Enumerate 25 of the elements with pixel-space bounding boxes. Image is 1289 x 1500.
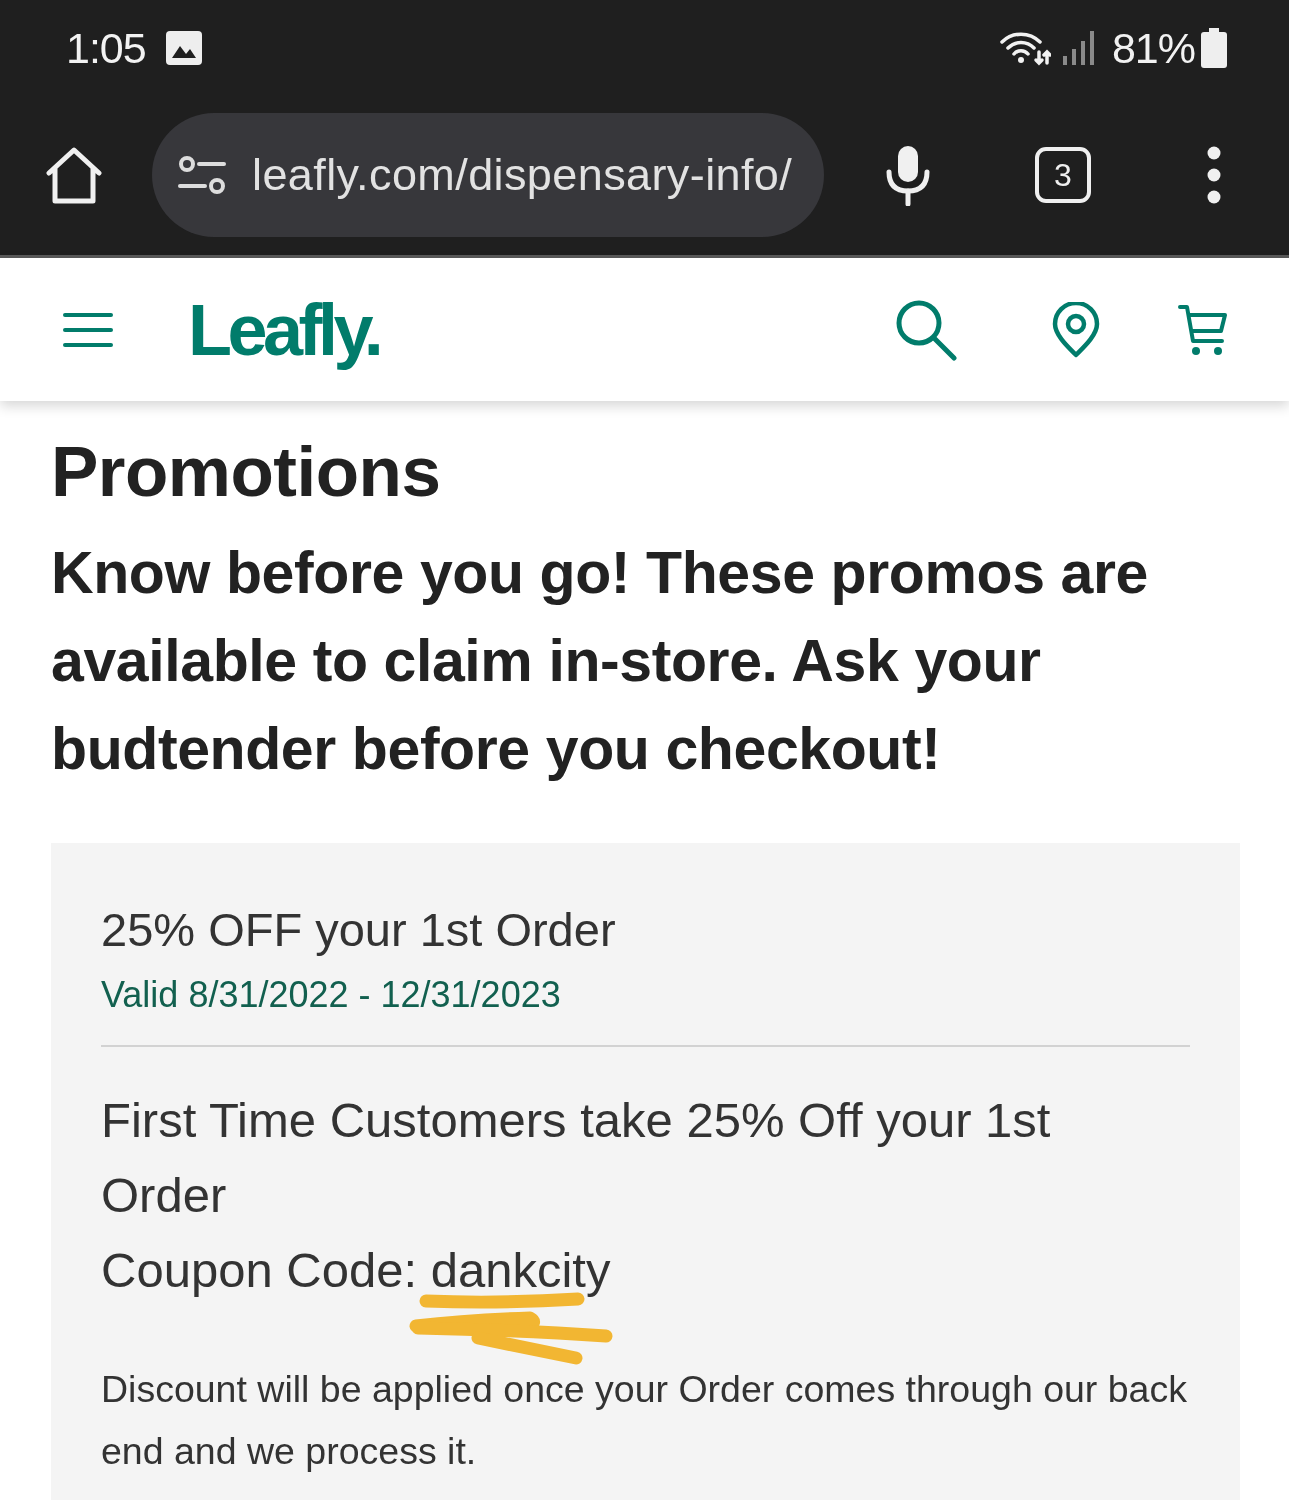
wifi-icon: [998, 29, 1051, 66]
battery-icon: [1201, 27, 1227, 68]
search-icon[interactable]: [895, 298, 957, 361]
battery-percent: 81%: [1111, 22, 1195, 73]
promo-validity: Valid 8/31/2022 - 12/31/2023: [101, 973, 561, 1017]
address-bar[interactable]: leafly.com/dispensary-info/: [152, 113, 824, 237]
promo-note: Discount will be applied once your Order comes through our back end and we process it.: [101, 1367, 1188, 1474]
menu-icon[interactable]: [63, 311, 113, 348]
promotions-subtitle: Know before you go! These promos are available to claim in-store. Ask your budtender before you checkout!: [51, 539, 1149, 784]
cart-icon[interactable]: [1178, 302, 1228, 357]
promotions-heading: Promotions: [51, 431, 442, 513]
image-icon: [165, 30, 202, 65]
mic-icon[interactable]: [885, 144, 931, 206]
location-pin-icon[interactable]: [1052, 301, 1100, 358]
promo-title: 25% OFF your 1st Order: [101, 902, 616, 958]
signal-icon: [1062, 30, 1096, 65]
tab-switcher-button[interactable]: 3: [1035, 147, 1091, 203]
promo-description: Coupon Code: dankcity: [101, 1242, 611, 1299]
clock-time: 1:05: [66, 22, 146, 73]
more-options-icon[interactable]: [1207, 146, 1221, 204]
site-logo[interactable]: Leafly.: [188, 287, 380, 372]
tune-icon[interactable]: [178, 155, 226, 195]
promo-description: First Time Customers take 25% Off your 1st Order: [101, 1092, 1052, 1224]
url-text: leafly.com/dispensary-info/: [252, 148, 793, 202]
home-icon[interactable]: [46, 146, 102, 204]
